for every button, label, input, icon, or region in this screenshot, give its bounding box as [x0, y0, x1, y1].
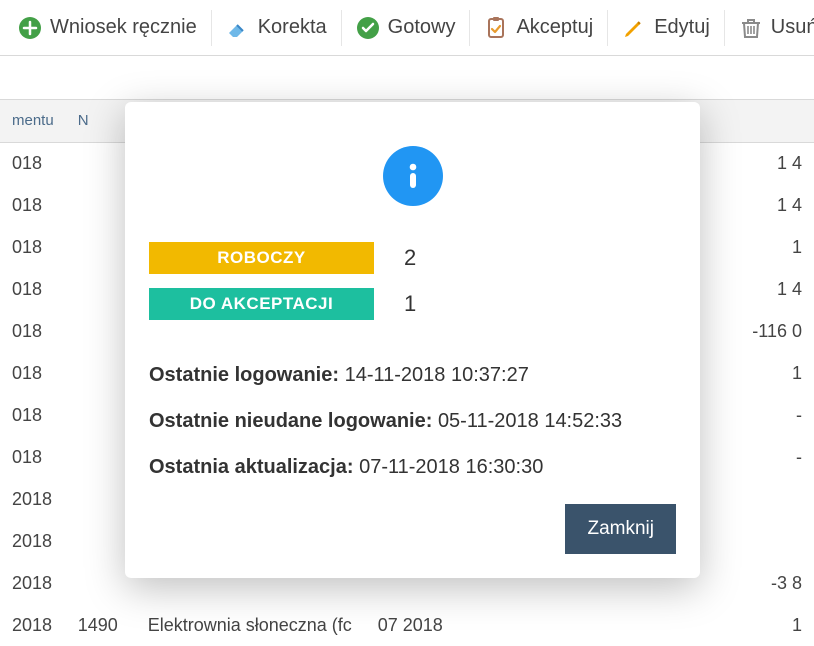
close-button[interactable]: Zamknij — [565, 504, 676, 554]
login-meta: Ostatnie logowanie: 14-11-2018 10:37:27 … — [149, 352, 676, 490]
last-login-label: Ostatnie logowanie: — [149, 364, 339, 386]
last-login: Ostatnie logowanie: 14-11-2018 10:37:27 — [149, 352, 676, 398]
last-failed-login: Ostatnie nieudane logowanie: 05-11-2018 … — [149, 398, 676, 444]
info-modal: ROBOCZY 2 DO AKCEPTACJI 1 Ostatnie logow… — [125, 102, 700, 578]
status-row-akceptacja: DO AKCEPTACJI 1 — [149, 288, 676, 320]
last-failed-label: Ostatnie nieudane logowanie: — [149, 410, 432, 432]
last-login-value: 14-11-2018 10:37:27 — [345, 364, 529, 386]
last-update-value: 07-11-2018 16:30:30 — [359, 456, 543, 478]
modal-overlay: ROBOCZY 2 DO AKCEPTACJI 1 Ostatnie logow… — [0, 0, 814, 623]
status-chip-roboczy: ROBOCZY — [149, 242, 374, 274]
last-failed-value: 05-11-2018 14:52:33 — [438, 410, 622, 432]
info-circle-icon — [383, 146, 443, 206]
status-count-akceptacja: 1 — [404, 291, 416, 317]
last-update-label: Ostatnia aktualizacja: — [149, 456, 354, 478]
status-count-roboczy: 2 — [404, 245, 416, 271]
status-chip-akceptacja: DO AKCEPTACJI — [149, 288, 374, 320]
status-row-roboczy: ROBOCZY 2 — [149, 242, 676, 274]
modal-actions: Zamknij — [149, 504, 676, 554]
last-update: Ostatnia aktualizacja: 07-11-2018 16:30:… — [149, 444, 676, 490]
